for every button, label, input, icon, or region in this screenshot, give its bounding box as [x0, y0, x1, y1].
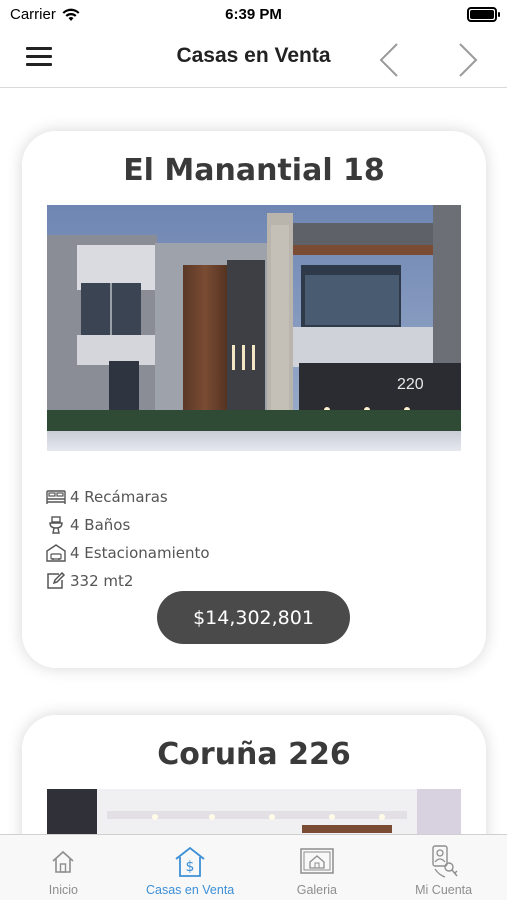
tab-label: Galeria [296, 883, 338, 897]
chevron-left-icon[interactable] [375, 40, 405, 80]
house-dollar-icon: $ [175, 846, 205, 877]
navigation-bar: Casas en Venta [0, 30, 507, 88]
account-key-icon [431, 845, 458, 878]
tab-bar: Inicio $ Casas en Venta Galeria Mi Cuent… [0, 834, 507, 900]
feature-text: 4 Baños [70, 516, 131, 534]
listing-card[interactable]: El Manantial 18 220 4 Recámaras 4 Baños … [22, 131, 486, 668]
listing-title: El Manantial 18 [123, 153, 385, 188]
tab-mi-cuenta[interactable]: Mi Cuenta [380, 835, 507, 900]
listing-card[interactable]: Coruña 226 [22, 715, 486, 834]
status-time: 6:39 PM [225, 6, 282, 23]
tab-inicio[interactable]: Inicio [0, 835, 127, 900]
listing-features: 4 Recámaras 4 Baños 4 Estacionamiento 33… [46, 483, 210, 595]
page-title: Casas en Venta [176, 44, 331, 67]
feature-text: 332 mt2 [70, 572, 134, 590]
tab-label: Inicio [48, 883, 78, 897]
edit-icon [47, 572, 66, 589]
feature-text: 4 Estacionamiento [70, 544, 210, 562]
garage-icon [46, 544, 66, 562]
feature-parking: 4 Estacionamiento [46, 539, 210, 567]
tab-galeria[interactable]: Galeria [254, 835, 381, 900]
gallery-icon [300, 848, 334, 874]
price-button[interactable]: $14,302,801 [157, 591, 350, 644]
tab-label: Casas en Venta [145, 883, 235, 897]
listing-title: Coruña 226 [157, 737, 351, 772]
battery-icon [467, 7, 500, 22]
status-bar: Carrier 6:39 PM [0, 0, 507, 30]
tab-label: Mi Cuenta [415, 883, 473, 897]
chevron-right-icon[interactable] [452, 40, 482, 80]
house-number: 220 [397, 376, 424, 393]
feature-text: 4 Recámaras [70, 488, 168, 506]
feature-bedrooms: 4 Recámaras [46, 483, 210, 511]
feature-bathrooms: 4 Baños [46, 511, 210, 539]
bed-icon [46, 490, 66, 504]
house-photo[interactable]: 220 [47, 205, 461, 451]
home-icon [52, 850, 74, 873]
listings-scroll-area[interactable]: El Manantial 18 220 4 Recámaras 4 Baños … [0, 89, 507, 834]
house-photo[interactable] [47, 789, 461, 834]
tab-casas-en-venta[interactable]: $ Casas en Venta [127, 835, 254, 900]
svg-text:$: $ [186, 859, 195, 875]
toilet-icon [49, 516, 63, 534]
